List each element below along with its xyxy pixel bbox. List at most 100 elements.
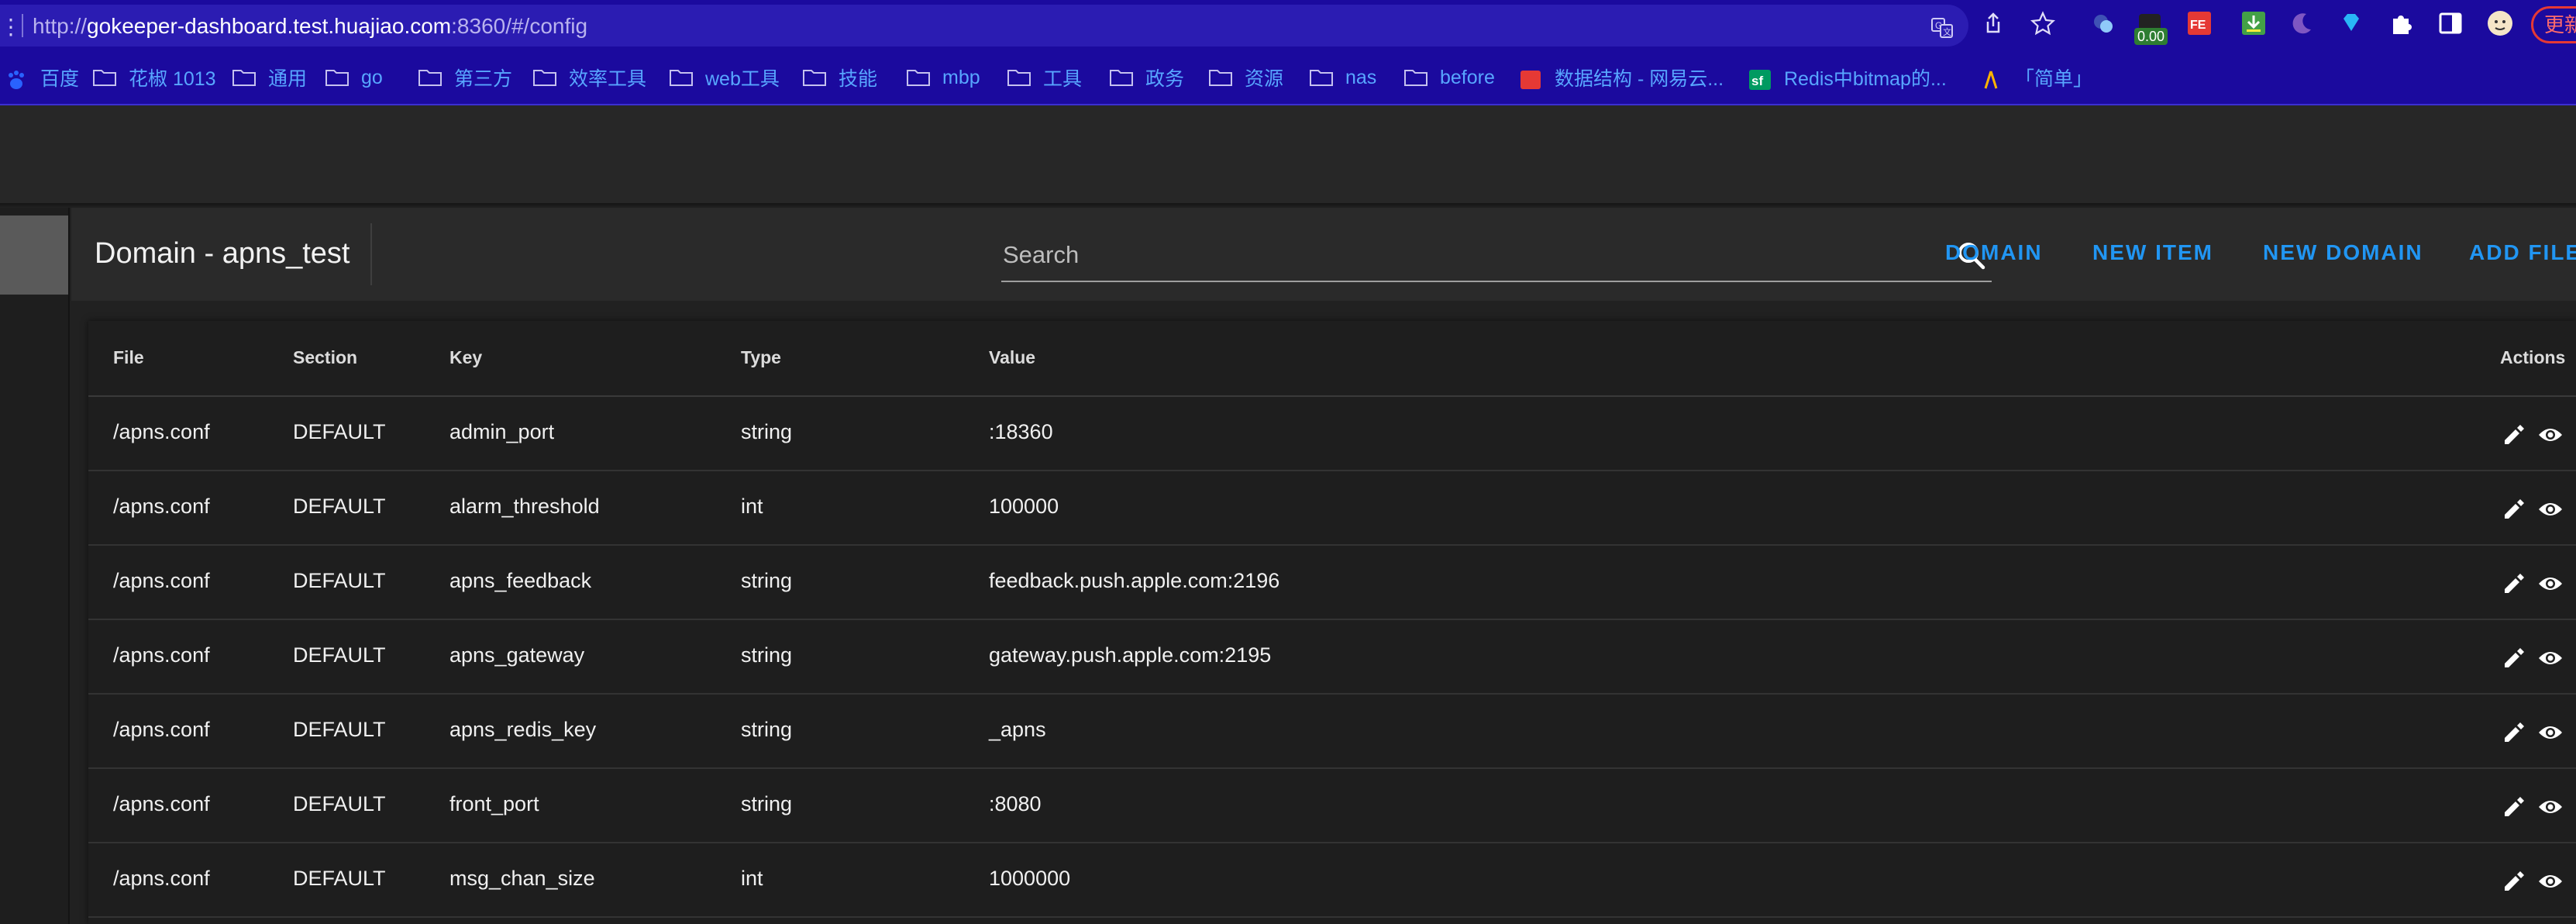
search-field — [1001, 229, 1992, 282]
gem-extension-icon[interactable] — [2337, 9, 2365, 37]
bookmark-item[interactable]: before — [1404, 64, 1495, 91]
download-extension-icon[interactable] — [2240, 9, 2268, 37]
table-row[interactable]: /apns.conf DEFAULT msg_chan_size int 1000000 — [88, 842, 2576, 918]
cell-section: DEFAULT — [293, 495, 386, 518]
cell-section: DEFAULT — [293, 867, 386, 890]
table-row[interactable]: /apns.conf DEFAULT apns_feedback string feed… — [88, 544, 2576, 620]
view-eye-icon[interactable] — [2537, 496, 2564, 522]
cell-key: msg_chan_size — [449, 867, 595, 890]
edit-icon[interactable] — [2500, 422, 2526, 448]
security-icon[interactable]: ⋮ — [0, 14, 22, 40]
view-eye-icon[interactable] — [2537, 422, 2564, 448]
bookmark-item[interactable]: 政务 — [1110, 64, 1184, 91]
view-eye-icon[interactable] — [2537, 794, 2564, 820]
address-bar[interactable]: ⋮ http://gokeeper-dashboard.test.huajiao… — [0, 5, 1968, 47]
bookmark-star-icon[interactable] — [2030, 11, 2055, 36]
bookmark-item[interactable]: 第三方 — [418, 64, 512, 91]
cell-file: /apns.conf — [113, 792, 210, 815]
cell-file: /apns.conf — [113, 867, 210, 890]
bookmark-item[interactable]: 通用 — [232, 64, 307, 91]
side-nav-active-item[interactable] — [0, 215, 68, 295]
app-header — [0, 105, 2576, 205]
edit-icon[interactable] — [2500, 794, 2526, 820]
vue-devtools-icon[interactable] — [2089, 9, 2117, 37]
edit-icon[interactable] — [2500, 719, 2526, 746]
table-row[interactable]: /apns.conf DEFAULT front_port string:8080 — [88, 767, 2576, 843]
column-header-actions: Actions — [2500, 347, 2566, 367]
search-input[interactable] — [1001, 229, 1934, 281]
cell-value: :8080 — [989, 792, 1042, 815]
cell-type: string — [741, 792, 793, 815]
cell-key: apns_redis_key — [449, 718, 597, 741]
cell-key: apns_gateway — [449, 643, 585, 667]
cell-file: /apns.conf — [113, 569, 210, 592]
bookmark-label: 通用 — [268, 68, 308, 90]
url-host: gokeeper-dashboard.test.huajiao.com — [87, 14, 452, 38]
add-file-button[interactable]: ADD FILE — [2469, 240, 2576, 265]
column-header-key[interactable]: Key — [449, 347, 482, 368]
share-icon[interactable] — [1981, 11, 2006, 36]
cell-key: apns_feedback — [449, 569, 592, 592]
folder-icon — [418, 69, 442, 86]
table-row[interactable]: /apns.conf DEFAULT alarm_threshold int 10000… — [88, 470, 2576, 546]
folder-icon — [1310, 69, 1333, 86]
bookmark-item[interactable]: sf Redis中bitmap的... — [1748, 64, 1947, 91]
column-header-section[interactable]: Section — [293, 347, 357, 368]
new-domain-button[interactable]: NEW DOMAIN — [2263, 240, 2423, 265]
bookmark-label: before — [1440, 66, 1495, 88]
domain-button[interactable]: DOMAIN — [1945, 240, 2043, 265]
bookmark-item[interactable]: 数据结构 - 网易云... — [1519, 64, 1724, 91]
bookmark-item[interactable]: mbp — [907, 64, 980, 91]
column-header-value[interactable]: Value — [989, 347, 1035, 368]
table-row[interactable]: /apns.conf DEFAULT apns_redis_key string _ap… — [88, 693, 2576, 769]
translate-icon[interactable]: G 文 — [1930, 16, 1954, 40]
bookmark-item[interactable]: 效率工具 — [533, 64, 646, 91]
edit-icon[interactable] — [2500, 645, 2526, 671]
bookmark-label: 技能 — [839, 68, 878, 90]
cell-value: feedback.push.apple.com:2196 — [989, 569, 1280, 592]
view-eye-icon[interactable] — [2537, 571, 2564, 597]
bookmark-item[interactable]: 技能 — [803, 64, 877, 91]
folder-icon — [1110, 69, 1133, 86]
dark-mode-icon[interactable] — [2288, 9, 2316, 37]
table-row[interactable]: /apns.conf DEFAULT admin_port string:18360 — [88, 395, 2576, 471]
new-item-button[interactable]: NEW ITEM — [2092, 240, 2213, 265]
url-text[interactable]: http://gokeeper-dashboard.test.huajiao.c… — [33, 14, 587, 39]
folder-icon — [907, 69, 930, 86]
view-eye-icon[interactable] — [2537, 719, 2564, 746]
extension-badge: 0.00 — [2134, 28, 2168, 45]
cell-file: /apns.conf — [113, 718, 210, 741]
bookmark-item[interactable]: 百度 — [5, 64, 79, 91]
edit-icon[interactable] — [2500, 868, 2526, 895]
folder-icon — [533, 69, 556, 86]
table-row[interactable]: /apns.conf DEFAULT apns_gateway string gatew… — [88, 619, 2576, 695]
bookmark-label: 资源 — [1245, 68, 1284, 90]
cell-type: int — [741, 867, 763, 890]
bookmark-item[interactable]: nas — [1310, 64, 1376, 91]
view-eye-icon[interactable] — [2537, 645, 2564, 671]
column-header-file[interactable]: File — [113, 347, 144, 368]
cell-value: gateway.push.apple.com:2195 — [989, 643, 1272, 667]
side-panel-icon[interactable] — [2437, 9, 2464, 37]
bookmark-item[interactable]: go — [325, 64, 383, 91]
bookmark-item[interactable]: 资源 — [1209, 64, 1283, 91]
extensions-puzzle-icon[interactable] — [2387, 9, 2415, 37]
bookmark-item[interactable]: 工具 — [1007, 64, 1082, 91]
edit-icon[interactable] — [2500, 496, 2526, 522]
netease-icon — [1519, 69, 1542, 89]
cell-value: :18360 — [989, 420, 1053, 443]
bookmark-item[interactable]: 「简单」 — [1979, 64, 2092, 91]
cell-type: string — [741, 643, 793, 667]
column-header-type[interactable]: Type — [741, 347, 781, 368]
cell-key: front_port — [449, 792, 539, 815]
bookmark-item[interactable]: web工具 — [670, 64, 780, 91]
bookmark-label: 政务 — [1145, 68, 1185, 90]
view-eye-icon[interactable] — [2537, 868, 2564, 895]
edit-icon[interactable] — [2500, 571, 2526, 597]
bookmark-item[interactable]: 花椒 1013 — [93, 64, 216, 91]
update-button[interactable]: 更新 — [2531, 6, 2576, 43]
profile-avatar[interactable] — [2486, 9, 2514, 37]
svg-text:sf: sf — [1751, 74, 1763, 88]
fe-helper-icon[interactable]: FE — [2185, 9, 2213, 37]
svg-text:FE: FE — [2190, 19, 2206, 32]
